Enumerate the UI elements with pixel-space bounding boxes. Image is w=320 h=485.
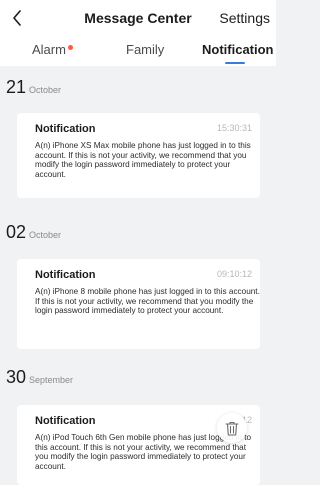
tab-notification[interactable]: Notification: [202, 42, 274, 57]
notification-card[interactable]: Notification 15:30:31 A(n) iPhone XS Max…: [17, 113, 260, 198]
date-header: 02 October: [6, 222, 61, 243]
notification-card[interactable]: Notification 09:10:12 A(n) iPhone 8 mobi…: [17, 259, 260, 349]
header: Message Center Settings: [0, 0, 276, 36]
notification-title: Notification: [35, 269, 96, 281]
date-month: September: [29, 375, 74, 385]
delete-button[interactable]: [217, 413, 247, 443]
date-header: 21 October: [6, 77, 61, 98]
date-month: October: [29, 230, 62, 240]
date-day: 21: [6, 77, 27, 97]
settings-button[interactable]: Settings: [219, 10, 270, 26]
date-month: October: [29, 85, 62, 95]
notification-time: 09:10:12: [216, 269, 252, 279]
tab-family[interactable]: Family: [126, 42, 164, 57]
alarm-badge: [68, 45, 73, 50]
tab-alarm[interactable]: Alarm: [32, 42, 66, 57]
date-header: 30 September: [6, 367, 73, 388]
notification-body: A(n) iPhone XS Max mobile phone has just…: [35, 141, 251, 179]
active-tab-indicator: [225, 62, 245, 64]
date-day: 02: [6, 222, 27, 242]
notification-title: Notification: [35, 123, 96, 135]
date-day: 30: [6, 367, 27, 387]
notification-body: A(n) iPhone 8 mobile phone has just logg…: [35, 287, 260, 315]
tab-bar: Alarm Family Notification: [0, 36, 276, 66]
notification-time: 15:30:31: [216, 123, 252, 133]
trash-icon: [225, 421, 239, 436]
notification-title: Notification: [35, 415, 96, 427]
